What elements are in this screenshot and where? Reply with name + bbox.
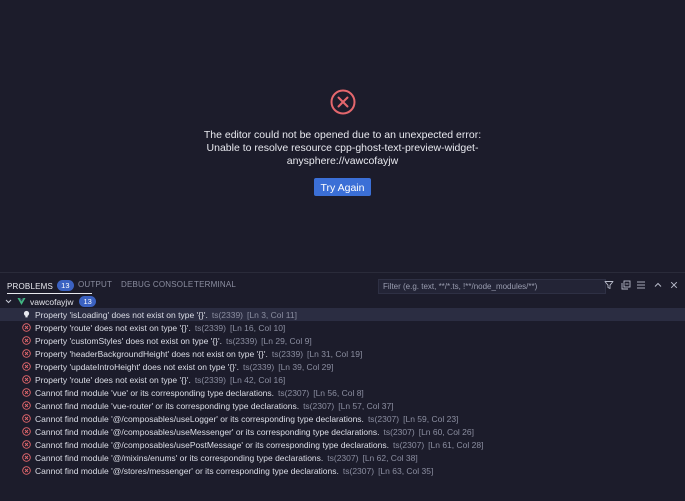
tab-terminal[interactable]: TERMINAL: [194, 280, 236, 289]
problem-location: [Ln 60, Col 26]: [418, 426, 474, 437]
problem-code: ts(2307): [327, 452, 359, 463]
problem-location: [Ln 62, Col 38]: [362, 452, 418, 463]
error-icon: [22, 440, 31, 449]
error-message: The editor could not be opened due to an…: [203, 129, 482, 167]
error-icon: [22, 466, 31, 475]
filter-icon[interactable]: [603, 279, 615, 291]
problem-location: [Ln 61, Col 28]: [428, 439, 484, 450]
bottom-panel: PROBLEMS 13 OUTPUT DEBUG CONSOLE TERMINAL: [0, 272, 685, 501]
problem-row[interactable]: Property 'updateIntroHeight' does not ex…: [0, 360, 685, 373]
problem-row[interactable]: Property 'route' does not exist on type …: [0, 373, 685, 386]
problem-row[interactable]: Property 'isLoading' does not exist on t…: [0, 308, 685, 321]
problem-code: ts(2307): [383, 426, 415, 437]
problem-row[interactable]: Cannot find module 'vue-router' or its c…: [0, 399, 685, 412]
problem-code: ts(2339): [194, 322, 226, 333]
problem-message: Property 'headerBackgroundHeight' does n…: [35, 348, 268, 359]
problem-message: Property 'route' does not exist on type …: [35, 374, 191, 385]
error-icon: [22, 401, 31, 410]
error-icon: [22, 375, 31, 384]
problem-code: ts(2339): [243, 361, 275, 372]
group-file-name: vawcofayjw: [30, 296, 74, 307]
problem-row[interactable]: Cannot find module 'vue' or its correspo…: [0, 386, 685, 399]
problem-location: [Ln 56, Col 8]: [313, 387, 364, 398]
problem-group-row[interactable]: vawcofayjw 13: [0, 295, 685, 308]
problem-location: [Ln 16, Col 10]: [230, 322, 286, 333]
problem-location: [Ln 42, Col 16]: [230, 374, 286, 385]
problem-message: Property 'updateIntroHeight' does not ex…: [35, 361, 240, 372]
try-again-button[interactable]: Try Again: [313, 178, 372, 196]
problem-row[interactable]: Property 'headerBackgroundHeight' does n…: [0, 347, 685, 360]
problem-code: ts(2307): [367, 413, 400, 424]
problem-location: [Ln 59, Col 23]: [403, 413, 459, 424]
problem-message: Cannot find module '@/stores/messenger' …: [35, 465, 339, 476]
problem-message: Cannot find module 'vue-router' or its c…: [35, 400, 300, 411]
problem-code: ts(2339): [194, 374, 226, 385]
problem-code: ts(2307): [278, 387, 310, 398]
problem-location: [Ln 63, Col 35]: [378, 465, 434, 476]
maximize-icon[interactable]: [652, 279, 664, 291]
tab-problems-label: PROBLEMS: [7, 282, 54, 291]
problem-message: Property 'isLoading' does not exist on t…: [35, 309, 208, 320]
problem-location: [Ln 57, Col 37]: [338, 400, 394, 411]
group-count-badge: 13: [79, 296, 96, 307]
panel-tabs: PROBLEMS 13 OUTPUT DEBUG CONSOLE TERMINAL: [0, 273, 685, 295]
problem-row[interactable]: Cannot find module '@/composables/useLog…: [0, 412, 685, 425]
problem-location: [Ln 39, Col 29]: [278, 361, 334, 372]
problem-location: [Ln 31, Col 19]: [307, 348, 363, 359]
problem-code: ts(2339): [211, 309, 244, 320]
error-icon: [22, 427, 31, 436]
vue-file-icon: [17, 297, 26, 306]
problem-message: Cannot find module '@/composables/usePos…: [35, 439, 389, 450]
problem-code: ts(2307): [392, 439, 425, 450]
error-icon: [22, 336, 31, 345]
problem-row[interactable]: Cannot find module '@/composables/useMes…: [0, 425, 685, 438]
lightbulb-icon[interactable]: [22, 310, 31, 319]
problem-message: Cannot find module '@/mixins/enums' or i…: [35, 452, 324, 463]
chevron-down-icon[interactable]: [4, 297, 13, 306]
collapse-all-icon[interactable]: [620, 279, 632, 291]
more-icon[interactable]: [635, 279, 647, 291]
problems-filter-input[interactable]: [378, 279, 606, 294]
problem-message: Cannot find module '@/composables/useMes…: [35, 426, 380, 437]
error-icon: [22, 388, 31, 397]
tab-debug-console[interactable]: DEBUG CONSOLE: [121, 280, 193, 289]
editor-error: The editor could not be opened due to an…: [0, 88, 685, 196]
problem-row[interactable]: Cannot find module '@/composables/usePos…: [0, 438, 685, 451]
problem-code: ts(2307): [303, 400, 335, 411]
problem-code: ts(2339): [225, 335, 258, 346]
error-icon: [22, 453, 31, 462]
problem-location: [Ln 3, Col 11]: [247, 309, 297, 320]
error-circle-icon: [329, 88, 357, 116]
problem-message: Cannot find module '@/composables/useLog…: [35, 413, 364, 424]
tab-output[interactable]: OUTPUT: [78, 280, 112, 289]
tab-problems[interactable]: PROBLEMS 13: [7, 280, 92, 294]
problem-row[interactable]: Property 'route' does not exist on type …: [0, 321, 685, 334]
problem-row[interactable]: Cannot find module '@/stores/messenger' …: [0, 464, 685, 477]
problem-row[interactable]: Property 'customStyles' does not exist o…: [0, 334, 685, 347]
problem-message: Cannot find module 'vue' or its correspo…: [35, 387, 275, 398]
problem-code: ts(2307): [342, 465, 375, 476]
error-icon: [22, 362, 31, 371]
editor-area: The editor could not be opened due to an…: [0, 0, 685, 272]
problem-location: [Ln 29, Col 9]: [261, 335, 312, 346]
problem-message: Property 'route' does not exist on type …: [35, 322, 191, 333]
close-icon[interactable]: [668, 279, 680, 291]
error-icon: [22, 414, 31, 423]
error-icon: [22, 349, 31, 358]
problems-count-badge: 13: [57, 280, 74, 291]
problems-tree: vawcofayjw 13 Property 'isLoading' does …: [0, 295, 685, 477]
problem-message: Property 'customStyles' does not exist o…: [35, 335, 222, 346]
problem-code: ts(2339): [271, 348, 304, 359]
error-icon: [22, 323, 31, 332]
problem-row[interactable]: Cannot find module '@/mixins/enums' or i…: [0, 451, 685, 464]
